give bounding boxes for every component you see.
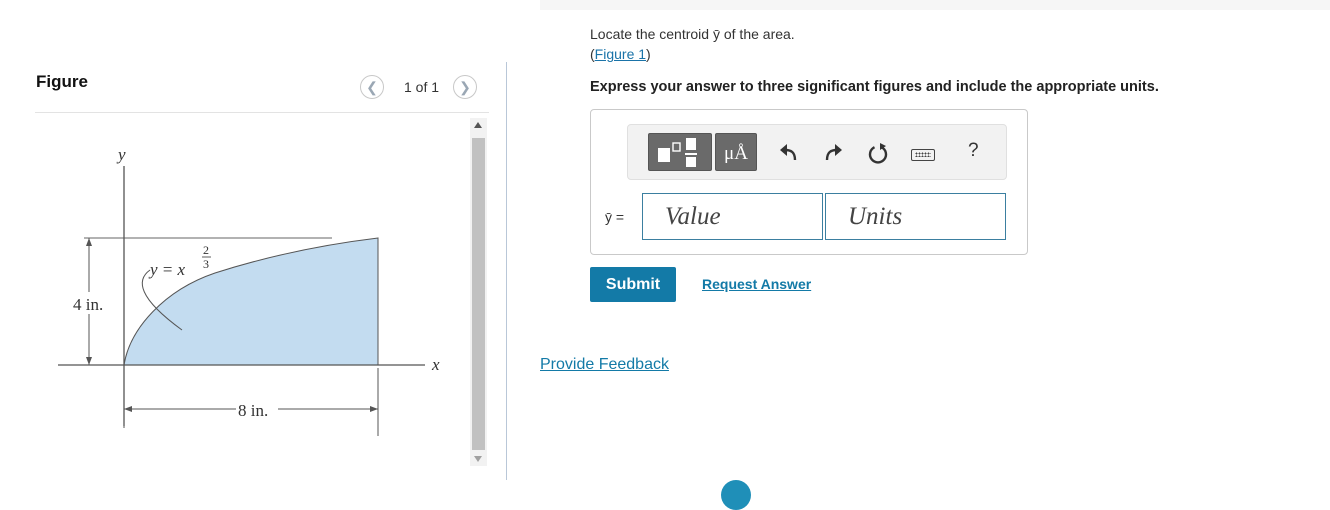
- reset-icon: [868, 143, 888, 164]
- next-figure-button[interactable]: ❯: [453, 75, 478, 99]
- units-symbol-label: μÅ: [724, 143, 748, 164]
- curve-exponent-denominator: 3: [203, 257, 209, 271]
- panel-divider: [506, 62, 507, 480]
- height-dim-arrow-top: [86, 238, 92, 246]
- answer-variable-label: ȳ =: [605, 209, 625, 225]
- chevron-left-icon: ❮: [366, 78, 378, 95]
- pager-count: 1 of 1: [404, 79, 440, 95]
- value-input[interactable]: [642, 193, 823, 240]
- figure-header-divider: [35, 112, 489, 113]
- math-toolbar: μÅ ?: [627, 124, 1007, 180]
- templates-button[interactable]: [648, 133, 712, 171]
- keyboard-icon[interactable]: [911, 149, 935, 161]
- y-axis-label: y: [116, 145, 126, 164]
- figure-link-close-paren: ): [646, 46, 651, 62]
- height-dim-arrow-bottom: [86, 357, 92, 365]
- centroid-area-diagram: 4 in. 8 in. y x y = x 2 3: [58, 145, 440, 436]
- width-label: 8 in.: [238, 401, 268, 420]
- width-dim-arrow-left: [124, 406, 132, 412]
- answer-instructions: Express your answer to three significant…: [590, 79, 1159, 95]
- figure-scrollbar[interactable]: [470, 118, 487, 466]
- chevron-right-icon: ❯: [459, 78, 471, 95]
- figure-panel-title: Figure: [36, 72, 88, 91]
- keyboard-keys: [915, 152, 931, 157]
- question-text: Locate the centroid ȳ of the area.: [590, 26, 795, 42]
- curve-equation-label: y = x: [148, 260, 186, 279]
- undo-button[interactable]: [778, 142, 800, 169]
- top-strip: [540, 0, 1330, 10]
- templates-icon: [658, 138, 697, 167]
- answer-box: μÅ ? ȳ =: [590, 109, 1028, 255]
- prev-figure-button[interactable]: ❮: [360, 75, 384, 99]
- curve-exponent-numerator: 2: [203, 243, 209, 257]
- reset-button[interactable]: [866, 141, 890, 170]
- figure-link-line: (Figure 1): [590, 46, 651, 62]
- scrollbar-thumb[interactable]: [472, 138, 485, 450]
- height-label: 4 in.: [73, 295, 103, 314]
- undo-icon: [780, 144, 797, 161]
- submit-button[interactable]: Submit: [590, 267, 676, 302]
- x-axis-label: x: [431, 355, 440, 374]
- scroll-up-arrow-icon[interactable]: [474, 122, 482, 128]
- scroll-down-arrow-icon[interactable]: [474, 456, 482, 462]
- help-icon[interactable]: ?: [968, 140, 979, 162]
- figure-link[interactable]: Figure 1: [595, 46, 646, 62]
- shaded-area: [123, 237, 379, 366]
- redo-button[interactable]: [822, 142, 844, 169]
- figure-pager: ❮ 1 of 1 ❯: [360, 74, 478, 100]
- units-symbol-button[interactable]: μÅ: [715, 133, 757, 171]
- width-dim-arrow-right: [370, 406, 378, 412]
- provide-feedback-link[interactable]: Provide Feedback: [540, 356, 669, 374]
- redo-icon: [825, 144, 842, 161]
- request-answer-link[interactable]: Request Answer: [702, 276, 811, 292]
- units-input[interactable]: [825, 193, 1006, 240]
